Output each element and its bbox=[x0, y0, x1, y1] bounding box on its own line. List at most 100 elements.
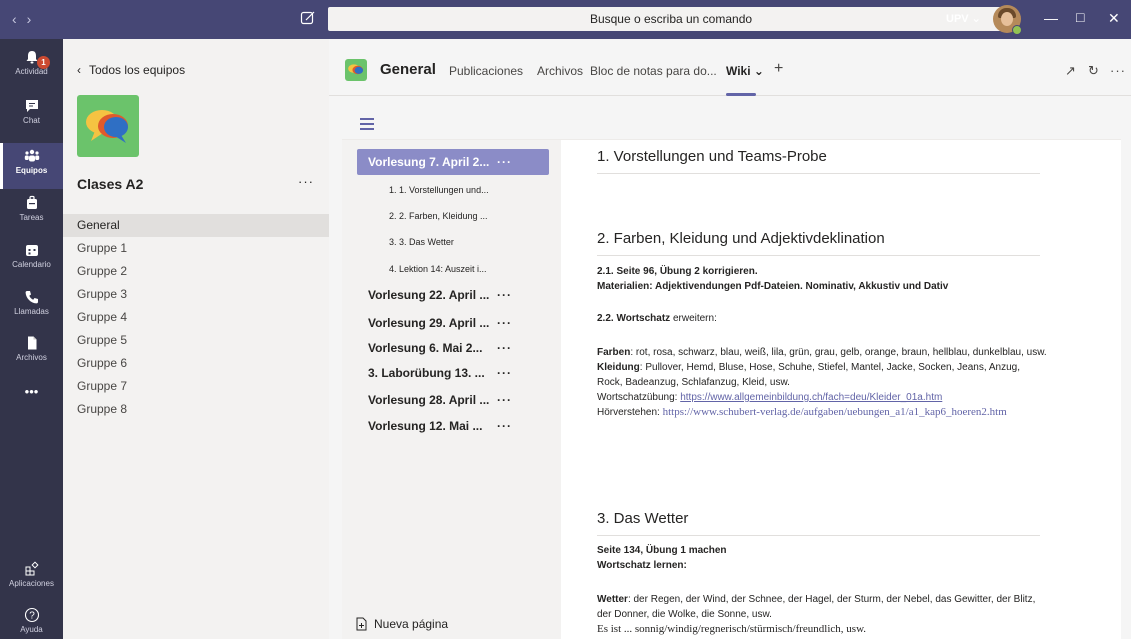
compose-icon bbox=[300, 11, 315, 25]
help-icon: ? bbox=[24, 607, 39, 623]
file-icon bbox=[27, 336, 36, 350]
channel-gruppe-1[interactable]: Gruppe 1 bbox=[63, 237, 329, 260]
channel-gruppe-3[interactable]: Gruppe 3 bbox=[63, 283, 329, 306]
paragraph: Wetter: der Regen, der Wind, der Schnee,… bbox=[597, 594, 1036, 635]
wiki-section-item[interactable]: 4. Lektion 14: Auszeit i... bbox=[389, 264, 487, 274]
section-title: 3. Das Wetter bbox=[597, 510, 1040, 536]
channel-header: General Publicaciones Archivos Bloc de n… bbox=[329, 39, 1131, 96]
paragraph: Farben: rot, rosa, schwarz, blau, weiß, … bbox=[597, 347, 1047, 418]
more-apps-icon[interactable]: ••• bbox=[0, 384, 63, 404]
close-icon[interactable]: ✕ bbox=[1108, 10, 1120, 27]
channel-gruppe-2[interactable]: Gruppe 2 bbox=[63, 260, 329, 283]
channel-gruppe-5[interactable]: Gruppe 5 bbox=[63, 329, 329, 352]
team-logo-small bbox=[345, 59, 367, 81]
page-more-icon[interactable]: ··· bbox=[497, 413, 512, 439]
all-teams-label: Todos los equipos bbox=[89, 63, 186, 77]
chevron-left-icon[interactable]: ‹ bbox=[12, 11, 27, 27]
new-page-icon bbox=[356, 617, 367, 631]
rail-item-label: Aplicaciones bbox=[9, 579, 54, 588]
team-logo bbox=[77, 95, 139, 157]
teams-icon bbox=[24, 149, 39, 162]
all-teams-link[interactable]: ‹ Todos los equipos bbox=[77, 63, 185, 77]
tab-archivos[interactable]: Archivos bbox=[537, 64, 583, 78]
rail-item-ayuda[interactable]: ? Ayuda bbox=[0, 607, 63, 639]
rail-item-archivos[interactable]: Archivos bbox=[0, 335, 63, 375]
rail-item-chat[interactable]: Chat bbox=[0, 98, 63, 138]
main-area: General Publicaciones Archivos Bloc de n… bbox=[329, 39, 1131, 639]
expand-icon[interactable]: ↗ bbox=[1065, 63, 1076, 79]
team-more-options-icon[interactable]: ··· bbox=[298, 174, 314, 189]
refresh-icon[interactable]: ↻ bbox=[1088, 63, 1099, 79]
page-more-icon[interactable]: ··· bbox=[497, 335, 512, 361]
svg-text:?: ? bbox=[29, 611, 35, 622]
tab-wiki[interactable]: Wiki ⌄ bbox=[726, 64, 764, 78]
apps-icon bbox=[25, 561, 39, 576]
command-search-input[interactable]: Busque o escriba un comando bbox=[328, 7, 1014, 31]
team-panel: ‹ Todos los equipos Clases A2 ··· General… bbox=[63, 39, 329, 639]
rail-item-calendario[interactable]: Calendario bbox=[0, 242, 63, 282]
wiki-page-item[interactable]: Vorlesung 28. April ... ··· bbox=[357, 387, 549, 413]
tab-bloc-de-notas[interactable]: Bloc de notas para do... bbox=[590, 64, 717, 78]
section-title: 1. Vorstellungen und Teams-Probe bbox=[597, 148, 1040, 174]
wiki-frame: Vorlesung 7. April 2... ··· 1. 1. Vorste… bbox=[342, 110, 1121, 639]
channel-general[interactable]: General bbox=[63, 214, 329, 237]
page-more-icon[interactable]: ··· bbox=[497, 149, 512, 175]
wortschatz-link[interactable]: https://www.allgemeinbildung.ch/fach=deu… bbox=[680, 392, 942, 403]
minimize-icon[interactable]: — bbox=[1044, 10, 1058, 26]
page-more-icon[interactable]: ··· bbox=[497, 387, 512, 413]
rail-item-label: Llamadas bbox=[14, 307, 49, 316]
rail-item-equipos[interactable]: Equipos bbox=[0, 143, 63, 189]
channel-gruppe-6[interactable]: Gruppe 6 bbox=[63, 352, 329, 375]
maximize-icon[interactable]: □ bbox=[1076, 9, 1084, 25]
chat-icon bbox=[25, 100, 38, 112]
wiki-page-item[interactable]: Vorlesung 7. April 2... ··· bbox=[357, 149, 549, 175]
calendar-icon bbox=[25, 245, 38, 256]
speech-bubbles-icon bbox=[348, 64, 364, 75]
app-rail: Actividad 1 Chat Equipos Tareas Calendar… bbox=[0, 39, 63, 639]
new-chat-button[interactable] bbox=[300, 10, 318, 28]
history-nav: ‹› bbox=[12, 11, 41, 27]
wiki-page-item[interactable]: Vorlesung 6. Mai 2... ··· bbox=[357, 335, 549, 361]
paragraph: 2.1. Seite 96, Übung 2 korrigieren. Mate… bbox=[597, 266, 949, 292]
wiki-page-item[interactable]: Vorlesung 29. April ... ··· bbox=[357, 310, 549, 336]
wiki-page-item[interactable]: Vorlesung 22. April ... ··· bbox=[357, 282, 549, 308]
wiki-section-item[interactable]: 1. 1. Vorstellungen und... bbox=[389, 185, 489, 195]
page-more-icon[interactable]: ··· bbox=[497, 360, 512, 386]
chevron-right-icon[interactable]: › bbox=[27, 11, 42, 27]
channel-gruppe-7[interactable]: Gruppe 7 bbox=[63, 375, 329, 398]
rail-item-actividad[interactable]: Actividad 1 bbox=[0, 49, 63, 89]
wiki-section-item[interactable]: 2. 2. Farben, Kleidung ... bbox=[389, 211, 488, 221]
rail-item-tareas[interactable]: Tareas bbox=[0, 195, 63, 235]
wiki-page-item[interactable]: Vorlesung 12. Mai ... ··· bbox=[357, 413, 549, 439]
hoerverstehen-link[interactable]: https://www.schubert-verlag.de/aufgaben/… bbox=[663, 406, 1007, 418]
page-more-icon[interactable]: ··· bbox=[497, 310, 512, 336]
rail-item-aplicaciones[interactable]: Aplicaciones bbox=[0, 561, 63, 601]
speech-bubbles-icon bbox=[86, 110, 128, 143]
channel-gruppe-8[interactable]: Gruppe 8 bbox=[63, 398, 329, 421]
rail-item-llamadas[interactable]: Llamadas bbox=[0, 289, 63, 329]
paragraph: Seite 134, Übung 1 machen Wortschatz ler… bbox=[597, 545, 727, 571]
channel-title: General bbox=[380, 61, 436, 78]
notification-badge: 1 bbox=[37, 56, 50, 69]
rail-item-label: Calendario bbox=[12, 260, 51, 269]
new-page-button[interactable]: Nueva página bbox=[355, 617, 448, 631]
briefcase-icon bbox=[26, 195, 37, 209]
org-switcher[interactable]: UPV ⌄ bbox=[946, 12, 981, 25]
rail-item-label: Ayuda bbox=[20, 625, 43, 634]
team-name: Clases A2 bbox=[77, 176, 144, 192]
channel-gruppe-4[interactable]: Gruppe 4 bbox=[63, 306, 329, 329]
add-tab-button[interactable]: + bbox=[774, 60, 783, 78]
wiki-page-item[interactable]: 3. Laborübung 13. ... ··· bbox=[357, 360, 549, 386]
wiki-section-item[interactable]: 3. 3. Das Wetter bbox=[389, 237, 454, 247]
more-options-icon[interactable]: ··· bbox=[1110, 63, 1126, 78]
wiki-toolbar bbox=[342, 110, 1121, 140]
title-bar: ‹› Busque o escriba un comando UPV ⌄ — □… bbox=[0, 0, 1131, 39]
page-more-icon[interactable]: ··· bbox=[497, 282, 512, 308]
section-title: 2. Farben, Kleidung und Adjektivdeklinat… bbox=[597, 230, 1040, 256]
rail-item-label: Actividad bbox=[15, 67, 48, 76]
phone-icon bbox=[25, 291, 38, 304]
wiki-content[interactable]: 1. Vorstellungen und Teams-Probe 2. Farb… bbox=[561, 140, 1121, 639]
hamburger-menu-icon[interactable] bbox=[360, 118, 374, 133]
tab-publicaciones[interactable]: Publicaciones bbox=[449, 64, 523, 78]
wiki-page-list: Vorlesung 7. April 2... ··· 1. 1. Vorste… bbox=[342, 140, 561, 639]
